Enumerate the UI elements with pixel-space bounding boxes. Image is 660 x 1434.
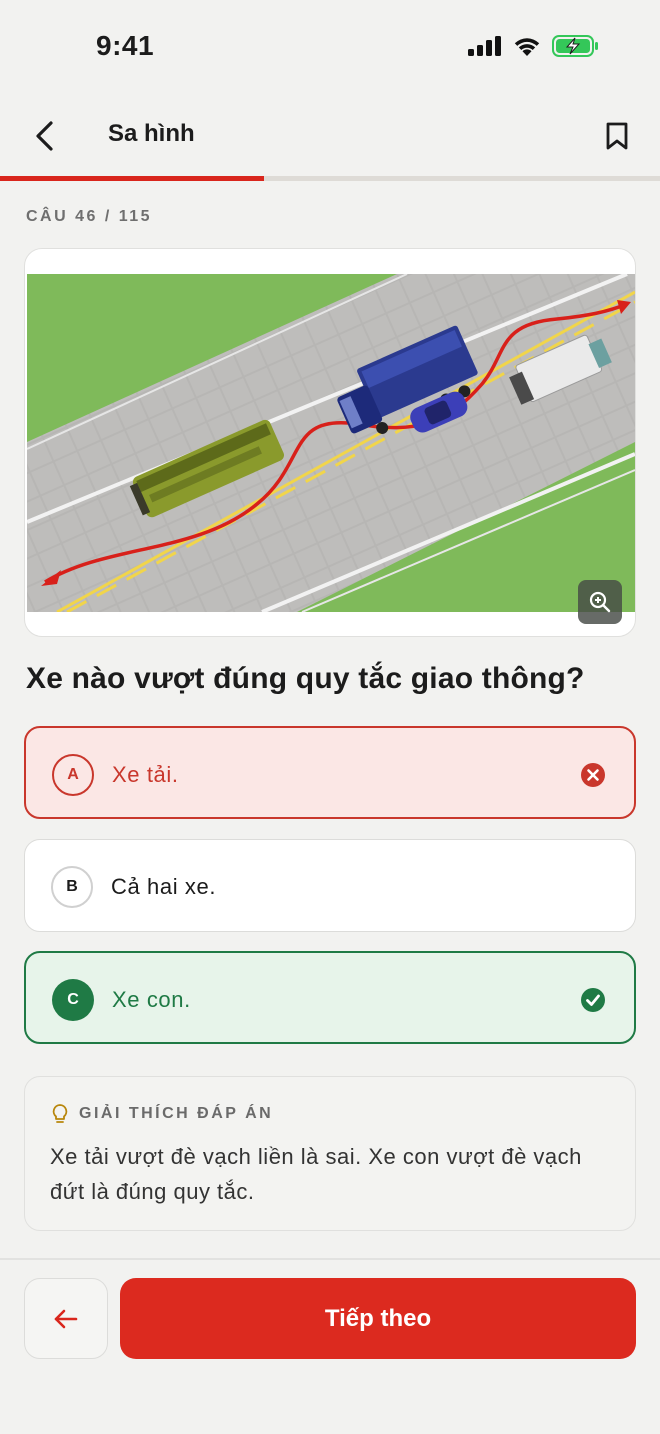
option-letter-b: B [51,866,93,908]
chevron-left-icon [36,121,53,151]
progress-bar [0,176,660,181]
status-time: 9:41 [96,30,155,61]
zoom-in-icon [589,591,611,613]
answer-option-a[interactable]: A Xe tải. [24,726,636,819]
check-circle-icon [581,988,605,1012]
lightbulb-icon [52,1104,68,1123]
status-bar: 9:41 [0,0,660,96]
signal-icon [468,36,501,56]
zoom-button[interactable] [578,580,622,624]
battery-charging-icon [552,35,598,57]
question-text: Xe nào vượt đúng quy tắc giao thông? [26,662,585,695]
next-question-button[interactable]: Tiếp theo [120,1278,636,1359]
question-counter: CÂU 46 / 115 [26,208,153,225]
footer-divider [0,1258,660,1260]
traffic-scene-image [27,274,635,612]
arrow-left-icon [54,1309,78,1328]
back-button[interactable] [26,116,62,156]
progress-fill [0,176,264,181]
explanation-label: GIẢI THÍCH ĐÁP ÁN [79,1105,274,1122]
option-text-a: Xe tải. [112,762,179,787]
status-icons [468,34,600,58]
wifi-icon [514,38,540,56]
option-text-c: Xe con. [112,987,191,1012]
bookmark-button[interactable] [602,116,632,156]
answer-option-c[interactable]: C Xe con. [24,951,636,1044]
option-letter-c: C [52,979,94,1021]
option-letter-a: A [52,754,94,796]
option-text-b: Cả hai xe. [111,874,217,899]
x-circle-icon [581,763,605,787]
previous-question-button[interactable] [24,1278,108,1359]
explanation-text: Xe tải vượt đè vạch liền là sai. Xe con … [50,1144,582,1204]
explanation-card: GIẢI THÍCH ĐÁP ÁN Xe tải vượt đè vạch li… [24,1076,636,1231]
page-title: Sa hình [108,120,195,147]
app-header: Sa hình [0,96,660,176]
explanation-header: GIẢI THÍCH ĐÁP ÁN [51,1103,273,1125]
answer-option-b[interactable]: B Cả hai xe. [24,839,636,932]
question-image-card [24,248,636,637]
bookmark-icon [606,122,628,150]
